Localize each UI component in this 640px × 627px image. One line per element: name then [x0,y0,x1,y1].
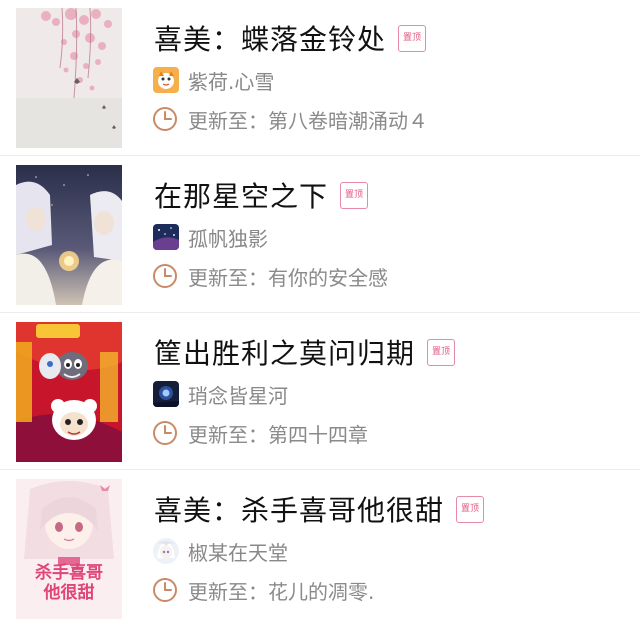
cover-title-line: 他很甜 [43,583,95,603]
title-line: 筐出胜利之莫问归期 置顶 [154,332,456,372]
author-name[interactable]: 琑念皆星河 [188,380,288,409]
divider [0,155,640,156]
pinned-badge: 置顶 [427,338,456,366]
author-name[interactable]: 孤帆独影 [188,223,268,252]
author-line: 椒某在天堂 [153,537,288,565]
book-title[interactable]: 喜美：蝶落金铃处 [154,18,386,58]
book-row[interactable]: 杀手喜哥 他很甜 喜美：杀手喜哥他很甜 置顶 椒某在天堂 更新至： 花儿的凋零. [0,471,640,627]
orange-cartoon-avatar-icon [153,67,179,93]
update-label: 更新至： [188,265,268,290]
cartoon-sheep-wolf-cover-icon [16,322,122,462]
author-name[interactable]: 椒某在天堂 [188,537,288,566]
author-avatar[interactable] [153,538,179,564]
pinned-badge: 置顶 [456,495,485,523]
clock-icon [152,106,178,132]
pink-blossom-cover-icon [16,8,122,148]
latest-chapter[interactable]: 第四十四章 [268,419,368,448]
anime-couple-cover-image[interactable] [16,165,122,305]
author-line: 琑念皆星河 [153,380,288,408]
anime-couple-cover-icon [16,165,122,305]
clock-icon [152,577,178,603]
title-line: 在那星空之下 置顶 [154,175,369,215]
book-title[interactable]: 在那星空之下 [154,175,328,215]
update-line: 更新至： 有你的安全感 [152,261,388,291]
anime-girl-cover-image[interactable]: 杀手喜哥 他很甜 [16,479,122,619]
blue-night-avatar-icon [153,381,179,407]
author-avatar[interactable] [153,224,179,250]
pinned-badge: 置顶 [398,24,427,52]
author-avatar[interactable] [153,67,179,93]
pink-blossom-cover-image[interactable] [16,8,122,148]
book-title[interactable]: 喜美：杀手喜哥他很甜 [154,489,444,529]
update-label: 更新至： [188,422,268,447]
update-line: 更新至： 第八卷暗潮涌动４ [152,104,428,134]
book-title[interactable]: 筐出胜利之莫问归期 [154,332,415,372]
starry-sky-avatar-icon [153,224,179,250]
cover-title-text: 杀手喜哥 他很甜 [16,563,122,603]
author-name[interactable]: 紫荷.心雪 [188,66,274,95]
pinned-badge: 置顶 [340,181,369,209]
title-line: 喜美：蝶落金铃处 置顶 [154,18,427,58]
latest-chapter[interactable]: 花儿的凋零. [268,576,374,605]
update-label: 更新至： [188,108,268,133]
latest-chapter[interactable]: 有你的安全感 [268,262,388,291]
update-label: 更新至： [188,579,268,604]
update-line: 更新至： 花儿的凋零. [152,575,374,605]
cartoon-sheep-wolf-cover-image[interactable] [16,322,122,462]
clock-icon [152,263,178,289]
title-line: 喜美：杀手喜哥他很甜 置顶 [154,489,485,529]
clock-icon [152,420,178,446]
book-row[interactable]: 筐出胜利之莫问归期 置顶 琑念皆星河 更新至： 第四十四章 [0,314,640,470]
book-row[interactable]: 喜美：蝶落金铃处 置顶 紫荷.心雪 更新至： 第八卷暗潮涌动４ [0,0,640,156]
author-avatar[interactable] [153,381,179,407]
book-list: 喜美：蝶落金铃处 置顶 紫荷.心雪 更新至： 第八卷暗潮涌动４ 在那星空之下 置… [0,0,640,625]
author-line: 紫荷.心雪 [153,66,274,94]
latest-chapter[interactable]: 第八卷暗潮涌动４ [268,105,428,134]
white-anime-avatar-icon [153,538,179,564]
author-line: 孤帆独影 [153,223,268,251]
divider [0,312,640,313]
book-row[interactable]: 在那星空之下 置顶 孤帆独影 更新至： 有你的安全感 [0,157,640,313]
update-line: 更新至： 第四十四章 [152,418,368,448]
divider [0,469,640,470]
cover-title-line: 杀手喜哥 [35,563,103,583]
